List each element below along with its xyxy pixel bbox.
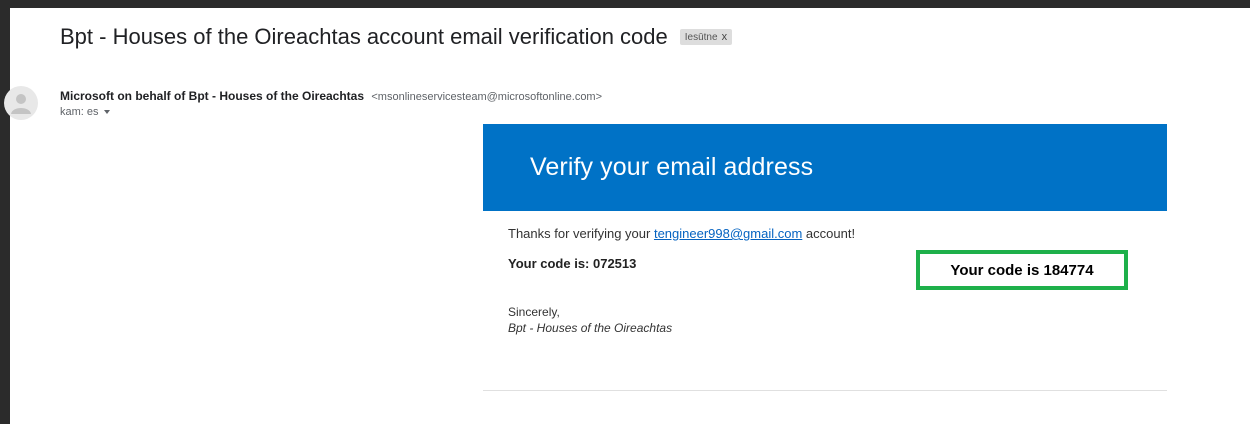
highlighted-code-box: Your code is 184774 <box>916 250 1128 290</box>
thanks-suffix: account! <box>802 226 856 241</box>
thanks-prefix: Thanks for verifying your <box>508 226 654 241</box>
message-card: Verify your email address Thanks for ver… <box>483 124 1167 386</box>
sender-line: Microsoft on behalf of Bpt - Houses of t… <box>60 89 602 103</box>
sender-name: Microsoft on behalf of Bpt - Houses of t… <box>60 89 365 103</box>
sign-off: Sincerely, <box>508 305 560 319</box>
message-divider <box>483 390 1167 391</box>
chevron-down-icon[interactable] <box>103 110 110 114</box>
remove-label-icon[interactable]: x <box>722 31 728 43</box>
email-subject: Bpt - Houses of the Oireachtas account e… <box>60 24 668 49</box>
thanks-line: Thanks for verifying your tengineer998@g… <box>508 226 855 241</box>
verified-email-link[interactable]: tengineer998@gmail.com <box>654 226 802 241</box>
recipient-text: kam: es <box>60 106 99 118</box>
recipient-details-toggle[interactable]: kam: es <box>60 106 110 118</box>
verification-code-line: Your code is: 072513 <box>508 256 637 271</box>
sender-email: <msonlineservicesteam@microsoftonline.co… <box>371 91 603 103</box>
inbox-label-chip[interactable]: Iesūtne x <box>679 29 733 45</box>
message-body: Thanks for verifying your tengineer998@g… <box>483 211 1167 386</box>
inbox-label-text: Iesūtne <box>684 31 718 43</box>
subject-row: Bpt - Houses of the Oireachtas account e… <box>60 22 733 52</box>
signature: Bpt - Houses of the Oireachtas <box>508 321 673 335</box>
sender-avatar-icon <box>4 86 38 120</box>
banner-title: Verify your email address <box>530 153 814 181</box>
message-banner: Verify your email address <box>483 124 1167 211</box>
